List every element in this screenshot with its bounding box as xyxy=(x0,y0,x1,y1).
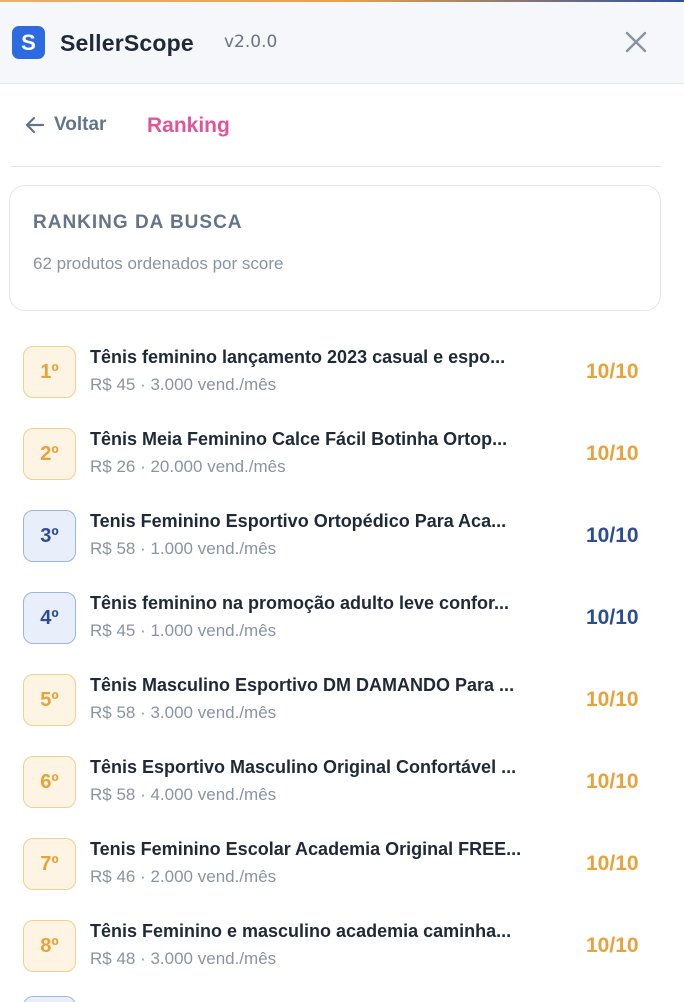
rank-badge: 2º xyxy=(23,428,76,480)
close-button[interactable] xyxy=(620,24,652,60)
product-title: Tênis feminino lançamento 2023 casual e … xyxy=(90,347,506,367)
product-score: 10/10 xyxy=(586,688,639,711)
rank-badge: 5º xyxy=(23,674,76,726)
product-title: Tênis Feminino e masculino academia cami… xyxy=(90,921,512,941)
product-meta: R$ 58 · 4.000 vend./mês xyxy=(90,785,277,804)
ranking-row[interactable]: 8º Tênis Feminino e masculino academia ca… xyxy=(0,894,684,976)
ranking-row[interactable]: 5º Tênis Masculino Esportivo DM DAMANDO P… xyxy=(0,648,684,730)
ranking-row[interactable]: 3º Tenis Feminino Esportivo Ortopédico Pa… xyxy=(0,484,684,566)
ranking-row[interactable]: 2º Tênis Meia Feminino Calce Fácil Botinh… xyxy=(0,402,684,484)
ranking-summary-card: RANKING DA BUSCA 62 produtos ordenados p… xyxy=(9,185,661,311)
product-title: Tênis feminino na promoção adulto leve c… xyxy=(90,593,510,613)
rank-badge: 6º xyxy=(23,756,76,808)
product-meta: R$ 58 · 1.000 vend./mês xyxy=(90,539,277,558)
rank-badge-partial xyxy=(23,996,76,1002)
app-name: SellerScope xyxy=(60,30,194,56)
summary-subtitle: 62 produtos ordenados por score xyxy=(33,254,284,273)
ranking-row[interactable]: 7º Tenis Feminino Escolar Academia Origin… xyxy=(0,812,684,894)
back-button[interactable]: Voltar xyxy=(24,114,106,136)
product-meta: R$ 48 · 3.000 vend./mês xyxy=(90,949,277,968)
product-score: 10/10 xyxy=(586,770,639,793)
rank-badge: 3º xyxy=(23,510,76,562)
product-meta: R$ 45 · 1.000 vend./mês xyxy=(90,621,277,640)
product-title: Tenis Feminino Escolar Academia Original… xyxy=(90,839,522,859)
arrow-left-icon xyxy=(25,116,45,134)
product-meta: R$ 45 · 3.000 vend./mês xyxy=(90,375,277,394)
product-title: Tênis Meia Feminino Calce Fácil Botinha … xyxy=(90,429,508,449)
ranking-row[interactable]: 4º Tênis feminino na promoção adulto leve… xyxy=(0,566,684,648)
app-version: v2.0.0 xyxy=(224,32,278,52)
page-title: Ranking xyxy=(147,114,230,137)
rank-badge: 4º xyxy=(23,592,76,644)
product-score: 10/10 xyxy=(586,360,639,383)
app-header: S SellerScope v2.0.0 xyxy=(0,2,684,84)
back-label: Voltar xyxy=(54,114,107,135)
product-meta: R$ 46 · 2.000 vend./mês xyxy=(90,867,277,886)
product-meta: R$ 26 · 20.000 vend./mês xyxy=(90,457,286,476)
product-score: 10/10 xyxy=(586,524,639,547)
close-icon xyxy=(625,31,647,53)
navigation-bar: Voltar Ranking xyxy=(10,84,662,167)
rank-badge: 8º xyxy=(23,920,76,972)
app-logo: S xyxy=(12,26,45,59)
summary-title: RANKING DA BUSCA xyxy=(33,212,243,233)
product-score: 10/10 xyxy=(586,852,639,875)
product-title: Tenis Feminino Esportivo Ortopédico Para… xyxy=(90,511,507,531)
product-score: 10/10 xyxy=(586,442,639,465)
product-score: 10/10 xyxy=(586,934,639,957)
product-title: Tênis Masculino Esportivo DM DAMANDO Par… xyxy=(90,675,515,695)
product-meta: R$ 58 · 3.000 vend./mês xyxy=(90,703,277,722)
ranking-row[interactable]: 1º Tênis feminino lançamento 2023 casual … xyxy=(0,320,684,402)
product-title: Tênis Esportivo Masculino Original Confo… xyxy=(90,757,517,777)
ranking-row[interactable]: 6º Tênis Esportivo Masculino Original Con… xyxy=(0,730,684,812)
product-score: 10/10 xyxy=(586,606,639,629)
rank-badge: 1º xyxy=(23,346,76,398)
rank-badge: 7º xyxy=(23,838,76,890)
